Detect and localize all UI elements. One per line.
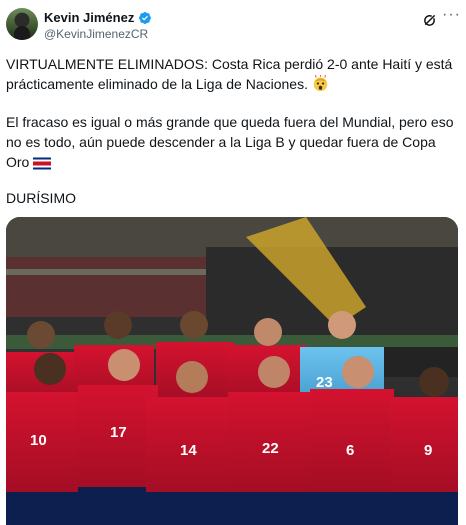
more-icon[interactable]: ··· — [442, 7, 460, 26]
post-text-2: El fracaso es igual o más grande que que… — [6, 114, 454, 170]
post-media-photo[interactable]: 23 10 17 14 22 6 9 — [6, 217, 458, 525]
jersey-number-6: 6 — [346, 442, 354, 459]
author-handle[interactable]: @KevinJimenezCR — [44, 27, 148, 41]
shocked-face-emoji — [313, 75, 328, 92]
jersey-number-23: 23 — [316, 374, 333, 391]
jersey-number-14: 14 — [180, 442, 197, 459]
verified-badge-icon — [139, 11, 152, 24]
post-text-1: VIRTUALMENTE ELIMINADOS: Costa Rica perd… — [6, 56, 453, 92]
jersey-number-17: 17 — [110, 424, 127, 441]
post-paragraph-1: VIRTUALMENTE ELIMINADOS: Costa Rica perd… — [6, 54, 462, 94]
jersey-number-10: 10 — [30, 432, 47, 449]
grok-icon[interactable] — [422, 12, 438, 28]
author-name[interactable]: Kevin Jiménez — [44, 10, 134, 25]
post-paragraph-2: El fracaso es igual o más grande que que… — [6, 112, 462, 172]
post-header: Kevin Jiménez @KevinJimenezCR ··· — [6, 6, 460, 46]
post-paragraph-3: DURÍSIMO — [6, 190, 76, 206]
author-name-row[interactable]: Kevin Jiménez — [44, 10, 152, 25]
profile-avatar[interactable] — [6, 8, 38, 40]
team-photo: 23 10 17 14 22 6 9 — [6, 217, 458, 525]
jersey-number-22: 22 — [262, 440, 279, 457]
costa-rica-flag-emoji — [33, 157, 52, 170]
jersey-number-9: 9 — [424, 442, 432, 459]
